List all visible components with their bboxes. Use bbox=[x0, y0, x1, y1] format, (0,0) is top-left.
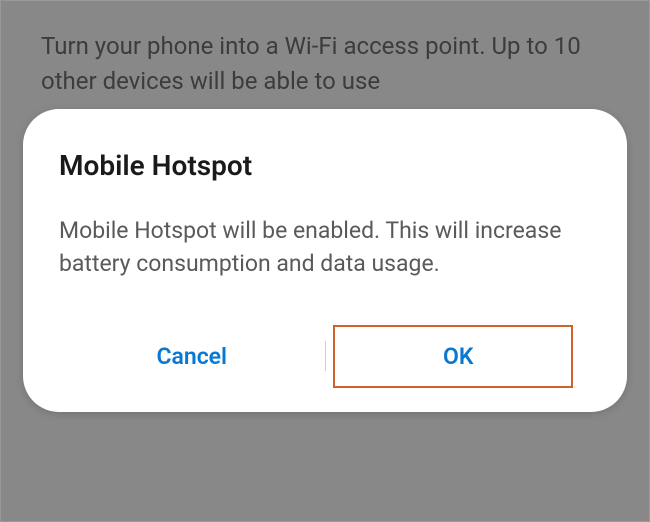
dialog-title: Mobile Hotspot bbox=[59, 149, 591, 182]
cancel-button[interactable]: Cancel bbox=[59, 325, 325, 388]
background-description: Turn your phone into a Wi-Fi access poin… bbox=[41, 29, 609, 99]
bottom-background-strip bbox=[1, 497, 649, 521]
dialog-message: Mobile Hotspot will be enabled. This wil… bbox=[59, 214, 591, 281]
confirmation-dialog: Mobile Hotspot Mobile Hotspot will be en… bbox=[23, 109, 627, 412]
ok-button[interactable]: OK bbox=[326, 325, 592, 388]
screen: Turn your phone into a Wi-Fi access poin… bbox=[0, 0, 650, 522]
dialog-actions: Cancel OK bbox=[59, 325, 591, 388]
